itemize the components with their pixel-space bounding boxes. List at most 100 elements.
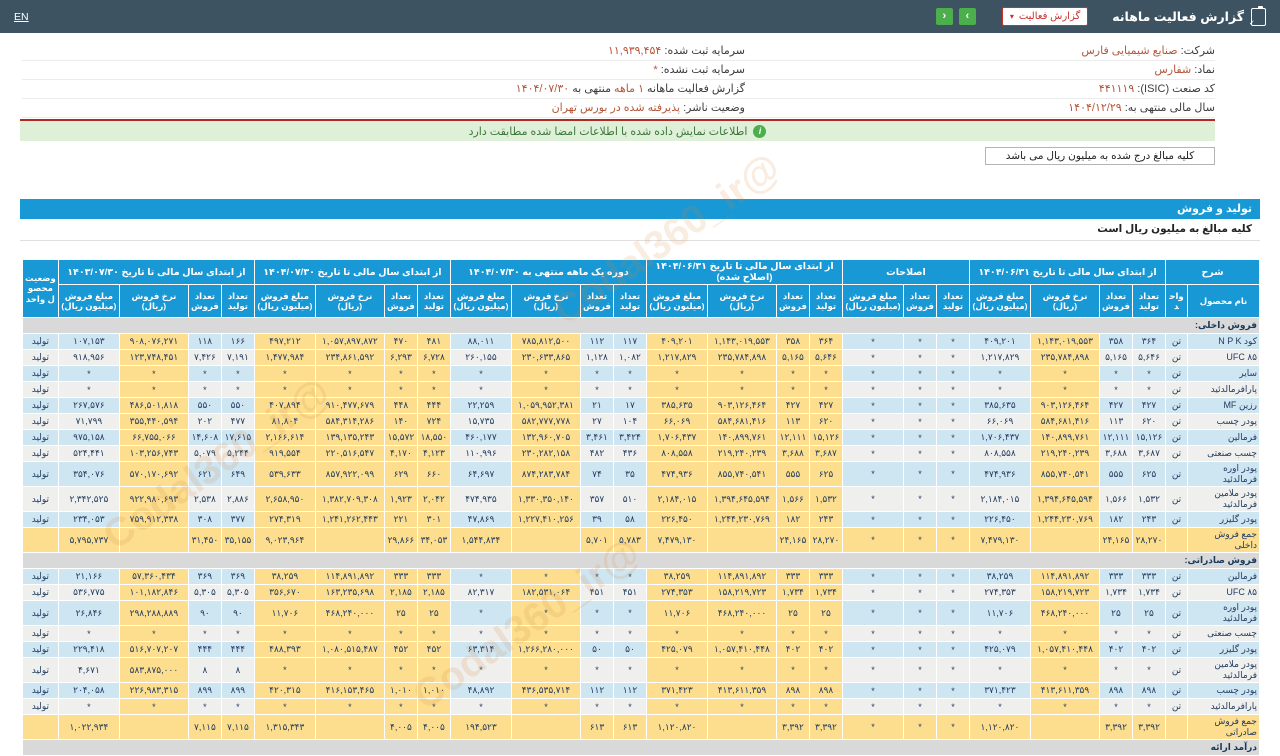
value-cell-adj0631: ۱,۲۱۷,۸۲۹ [645, 349, 708, 366]
value-cell-py0730: ۱,۰۲۲,۹۳۴ [57, 714, 120, 740]
product-name-cell: کود N P K [1187, 333, 1260, 350]
value-cell-py0730: ۱۲۳,۷۴۸,۴۵۱ [118, 349, 189, 366]
column-header: مبلغ فروش (میلیون ریال) [645, 284, 708, 318]
next-report-button[interactable]: › [958, 8, 976, 25]
value-cell-py0730: ۲,۵۳۸ [187, 486, 222, 512]
status-cell: تولید [21, 381, 59, 398]
total-row: جمع فروش صادراتی ۳,۳۹۲ ۳,۳۹۲ ۱,۱۲۰,۸۲۰ * * * ۳,… [21, 714, 1260, 740]
value-cell-py0730: ۴,۶۷۱ [57, 657, 120, 683]
value-cell-y0631: ۴۶۸,۲۴۰,۰۰۰ [1029, 600, 1100, 626]
value-cell-y0730: ۱۳۹,۱۳۵,۲۴۳ [314, 429, 385, 446]
info-value: ۱ ماهه [611, 83, 644, 95]
info-label: سال مالی منتهی به: [1121, 102, 1215, 114]
value-cell-py0730: ۲۲۹,۴۱۸ [57, 641, 120, 658]
value-cell-adj0631: * [808, 365, 843, 382]
value-cell-py0730: ۵,۰۷۹ [187, 445, 222, 462]
column-group-desc: شرح [1164, 259, 1261, 285]
value-cell-month: ۱۱۷ [612, 333, 647, 350]
value-cell-month: ۱,۰۸۲ [612, 349, 647, 366]
info-value: ۴۴۱۱۱۹ [1098, 83, 1135, 95]
value-cell-y0631: ۱,۱۴۳,۰۱۹,۵۵۳ [1029, 333, 1100, 350]
value-cell-month: ۱۹۴,۵۲۳ [449, 714, 512, 740]
value-cell-py0730: ۵۳۶,۷۷۵ [57, 584, 120, 601]
value-cell-y0631: ۴۲۷ [1131, 397, 1166, 414]
value-cell-adj0631: ۴۲۷ [775, 397, 810, 414]
info-row-right-0: شرکت: صنایع شیمیایی فارس [745, 42, 1215, 61]
value-cell-py0730: ۵,۷۹۵,۷۳۷ [57, 527, 120, 553]
value-cell-y0631: ۱,۷۰۶,۴۳۷ [968, 429, 1031, 446]
value-cell-month: * [449, 625, 512, 642]
value-cell-y0631: * [1098, 698, 1133, 715]
info-value: پذیرفته شده در بورس تهران [551, 102, 681, 114]
value-cell-adj0631: ۴۱۳,۶۱۱,۳۵۹ [706, 682, 777, 699]
info-label: کد صنعت (ISIC): [1134, 83, 1215, 95]
value-cell-adj0631: ۱,۷۳۴ [775, 584, 810, 601]
value-cell-py0730: ۲,۳۴۲,۵۲۵ [57, 486, 120, 512]
product-row: پودر چسب تن ۸۹۸ ۸۹۸ ۴۱۳,۶۱۱,۳۵۹ ۳۷۱,۴۲۳ * * * ۸۹۸… [21, 682, 1260, 699]
value-cell-adj0631: ۲۱۹,۲۴۰,۲۳۹ [706, 445, 777, 462]
value-cell-y0730 [314, 714, 385, 740]
product-row: چسب صنعتی تن ۳,۶۸۷ ۳,۶۸۸ ۲۱۹,۲۴۰,۲۳۹ ۸۰۸,۵۵۸ *… [21, 445, 1260, 462]
value-cell-adj0631: * [645, 365, 708, 382]
value-cell-month: ۴۷,۸۶۹ [449, 511, 512, 528]
chevron-down-icon: ▾ [1009, 11, 1014, 21]
value-cell-py0730: ۲۶,۸۴۶ [57, 600, 120, 626]
codal-monthly-report-page: { "topbar": { "title": "گزارش فعالیت ماه… [0, 0, 1280, 756]
value-cell-y0631: * [968, 381, 1031, 398]
value-cell-adj0631: ۴۰۹,۲۰۱ [645, 333, 708, 350]
value-cell-month: ۵,۷۸۳ [612, 527, 647, 553]
value-cell-y0730: * [383, 381, 418, 398]
info-row-right-2: کد صنعت (ISIC): ۴۴۱۱۱۹ [745, 80, 1215, 99]
value-cell-y0631: ۱۴۰,۸۹۹,۷۶۱ [1029, 429, 1100, 446]
value-cell-y0730: * [416, 365, 451, 382]
value-cell-py0730: * [57, 381, 120, 398]
column-header: نرخ فروش (ریال) [118, 284, 189, 318]
product-name-cell: UFC ۸۵ [1187, 349, 1260, 366]
product-name-cell: پودر گلیزر [1187, 511, 1260, 528]
value-cell-adj0631: ۱,۷۳۴ [808, 584, 843, 601]
product-row: فرمالین تن ۳۳۳ ۳۳۳ ۱۱۴,۸۹۱,۸۹۲ ۳۸,۲۵۹ * * * ۳۳۳ ۳۳… [21, 568, 1260, 585]
info-label: وضعیت ناشر: [680, 102, 745, 114]
value-cell-y0730: ۶,۲۹۳ [383, 349, 418, 366]
value-cell-month: ۱,۳۳۰,۳۵۰,۱۴۰ [510, 486, 581, 512]
value-cell-y0730: ۶,۷۲۸ [416, 349, 451, 366]
value-cell-month: ۱,۲۶۶,۲۸۰,۰۰۰ [510, 641, 581, 658]
column-header: تعداد فروش [187, 284, 222, 318]
value-cell-y0631: ۳۷۱,۴۲۳ [968, 682, 1031, 699]
value-cell-month: * [510, 381, 581, 398]
status-cell: تولید [21, 511, 59, 528]
value-cell-adj: * [902, 641, 937, 658]
value-cell-py0730: ۵۸۳,۸۷۵,۰۰۰ [118, 657, 189, 683]
value-cell-adj0631: * [775, 698, 810, 715]
company-info-left-column: سرمایه ثبت شده: ۱۱,۹۳۹,۴۵۴ سرمایه ثبت نش… [22, 42, 745, 118]
value-cell-adj: * [902, 600, 937, 626]
value-cell-month: ۵۸ [612, 511, 647, 528]
value-cell-py0730: ۶۲۱ [187, 461, 222, 487]
value-cell-y0631: ۵۸۴,۶۸۱,۴۱۶ [1029, 413, 1100, 430]
value-cell-month: * [612, 365, 647, 382]
value-cell-y0631: ۶۶,۰۶۹ [968, 413, 1031, 430]
english-language-link[interactable]: EN [14, 11, 29, 23]
product-name-cell: پودر اوره فرمالدئید [1187, 600, 1260, 626]
status-cell: تولید [21, 641, 59, 658]
value-cell-adj0631: ۷,۴۷۹,۱۳۰ [645, 527, 708, 553]
value-cell-y0730: ۵۸۴,۳۱۴,۲۸۶ [314, 413, 385, 430]
value-cell-py0730: ۴۴۴ [220, 641, 255, 658]
value-cell-y0631: ۸۰۸,۵۵۸ [968, 445, 1031, 462]
value-cell-y0730: ۸۱,۸۰۴ [253, 413, 316, 430]
value-cell-y0631: ۹۰۳,۱۲۶,۴۶۴ [1029, 397, 1100, 414]
value-cell-month: ۳,۴۶۱ [579, 429, 614, 446]
section-row-label: فروش داخلی: [21, 317, 1261, 334]
value-cell-y0631: ۴۱۳,۶۱۱,۳۵۹ [1029, 682, 1100, 699]
report-type-dropdown[interactable]: گزارش فعالیت ▾ [1001, 7, 1089, 26]
value-cell-y0631: ۱,۷۳۴ [1098, 584, 1133, 601]
value-cell-month: * [449, 568, 512, 585]
value-cell-y0730: ۶۲۹ [383, 461, 418, 487]
value-cell-y0631: ۷,۴۷۹,۱۳۰ [968, 527, 1031, 553]
product-name-cell: فرمالین [1187, 429, 1260, 446]
value-cell-y0631: * [1029, 698, 1100, 715]
value-cell-month: ۳۹ [579, 511, 614, 528]
value-cell-adj0631: ۱,۲۴۴,۲۳۰,۷۶۹ [706, 511, 777, 528]
value-cell-adj0631: ۲,۱۸۴,۰۱۵ [645, 486, 708, 512]
prev-report-button[interactable]: ‹ [935, 8, 953, 25]
